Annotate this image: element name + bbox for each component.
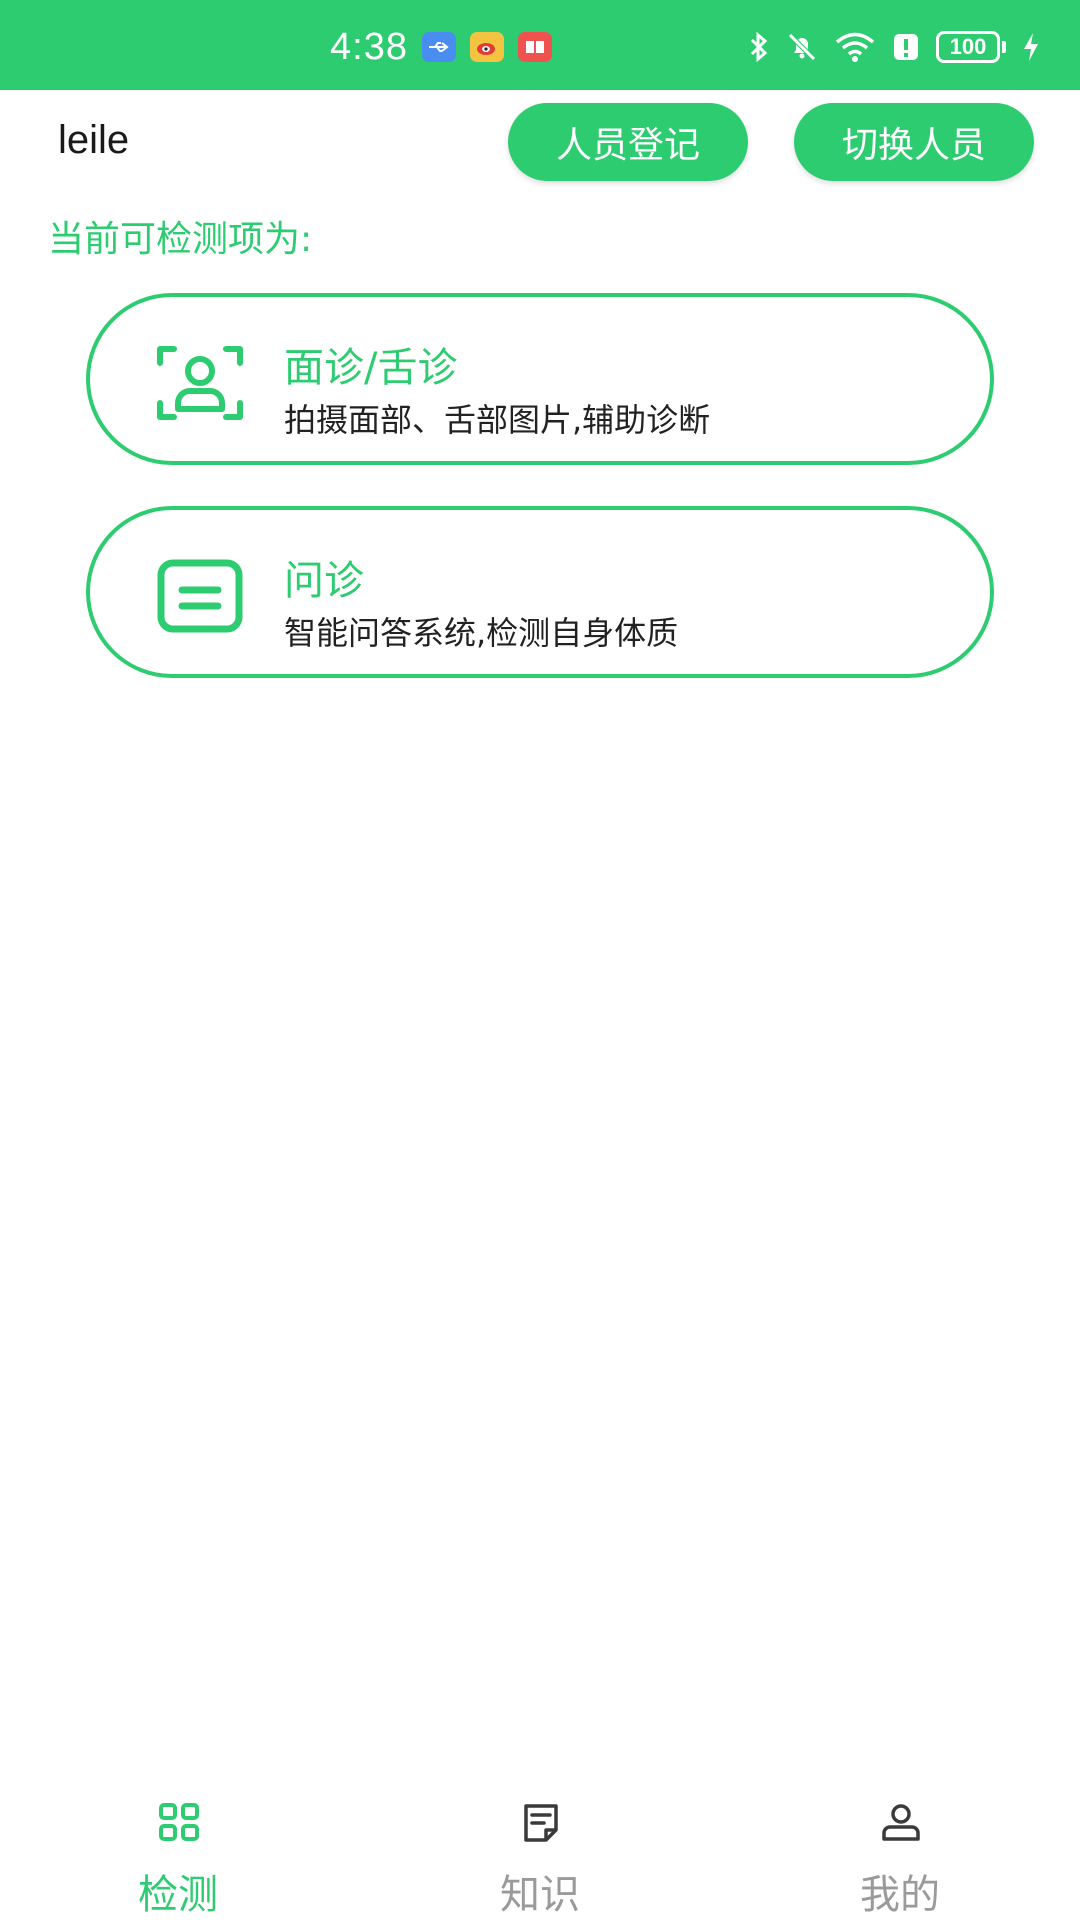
status-right-group: 100 <box>748 22 1040 72</box>
username: leile <box>58 118 130 162</box>
mute-icon <box>788 33 816 61</box>
battery-icon: 100 <box>936 31 1006 63</box>
weibo-icon <box>469 32 504 62</box>
nav-item-mine[interactable]: 我的 <box>800 1780 1000 1920</box>
nav-label: 检测 <box>138 1872 218 1918</box>
nav-item-detect[interactable]: 检测 <box>78 1780 278 1920</box>
usb-icon <box>421 32 456 62</box>
status-time: 4:38 <box>330 25 408 68</box>
card-title: 面诊/舌诊 <box>284 345 458 391</box>
nav-label: 知识 <box>500 1872 580 1918</box>
bluetooth-icon <box>750 31 768 63</box>
nav-label: 我的 <box>860 1872 940 1918</box>
battery-level: 100 <box>936 31 1000 63</box>
wifi-icon <box>835 32 875 62</box>
switch-person-button[interactable]: 切换人员 <box>794 103 1034 181</box>
bottom-navigation: 检测 知识 我的 <box>0 1780 1080 1920</box>
face-tongue-diagnosis-card[interactable]: 面诊/舌诊 拍摄面部、舌部图片,辅助诊断 <box>86 293 994 465</box>
section-title: 当前可检测项为: <box>48 219 313 260</box>
register-person-button[interactable]: 人员登记 <box>508 103 748 181</box>
user-icon <box>882 1804 920 1841</box>
alert-icon <box>894 34 918 60</box>
list-icon <box>156 556 244 636</box>
nav-item-knowledge[interactable]: 知识 <box>440 1780 640 1920</box>
status-bar: 4:38 100 <box>0 0 1080 90</box>
card-description: 拍摄面部、舌部图片,辅助诊断 <box>284 401 711 439</box>
grid-icon <box>159 1803 199 1841</box>
card-title: 问诊 <box>284 558 364 604</box>
inquiry-diagnosis-card[interactable]: 问诊 智能问答系统,检测自身体质 <box>86 506 994 678</box>
face-scan-icon <box>156 343 244 423</box>
status-left-group: 4:38 <box>330 22 552 72</box>
notes-icon <box>524 1804 558 1842</box>
card-description: 智能问答系统,检测自身体质 <box>284 614 679 652</box>
charging-icon <box>1024 33 1038 61</box>
book-icon <box>517 32 552 62</box>
